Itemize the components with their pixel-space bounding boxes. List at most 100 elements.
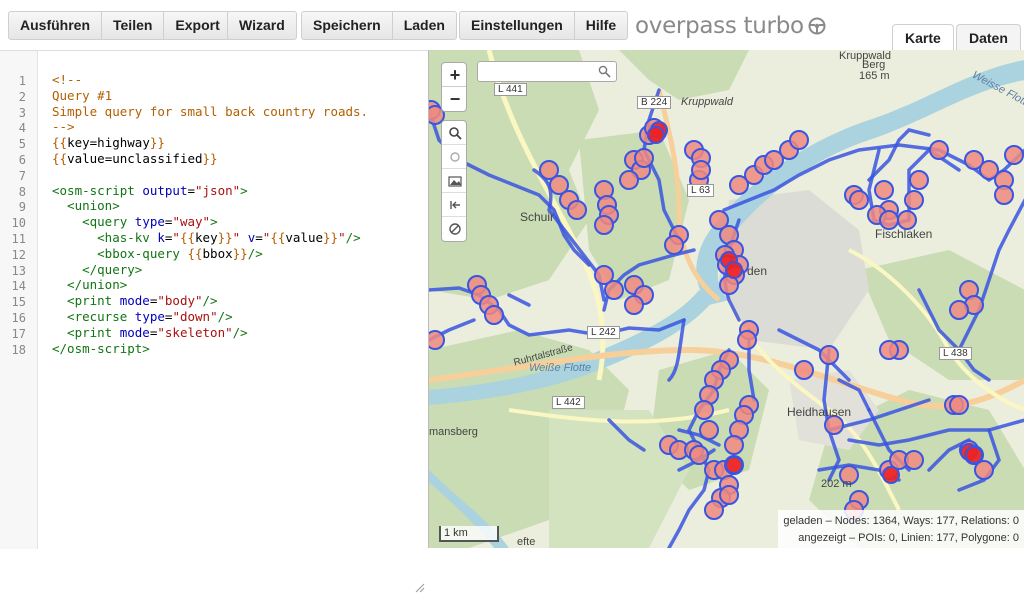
locate-button[interactable] bbox=[442, 145, 466, 169]
map-label-heidhausen: Heidhausen bbox=[787, 405, 852, 419]
node-marker[interactable] bbox=[689, 445, 709, 465]
node-marker[interactable] bbox=[949, 395, 969, 415]
node-marker[interactable] bbox=[1004, 145, 1024, 165]
node-marker-cluster[interactable] bbox=[725, 261, 743, 279]
node-marker[interactable] bbox=[904, 450, 924, 470]
code-line: <!-- bbox=[52, 72, 82, 88]
node-marker[interactable] bbox=[904, 190, 924, 210]
code-token: mode bbox=[119, 324, 150, 340]
node-marker[interactable] bbox=[694, 400, 714, 420]
zoom-to-data-button[interactable] bbox=[442, 121, 466, 145]
node-marker-cluster[interactable] bbox=[965, 446, 983, 464]
code-token: value bbox=[285, 230, 324, 245]
node-marker[interactable] bbox=[849, 190, 869, 210]
code-line: <recurse type="down"/> bbox=[52, 309, 233, 325]
node-marker[interactable] bbox=[691, 160, 711, 180]
zoom-control: + − bbox=[441, 62, 467, 112]
node-marker[interactable] bbox=[484, 305, 504, 325]
overpass-logo-icon bbox=[808, 17, 826, 35]
code-token: <print bbox=[52, 293, 120, 309]
tab-map[interactable]: Karte bbox=[892, 24, 954, 50]
code-token: <print bbox=[52, 324, 120, 340]
node-marker[interactable] bbox=[994, 185, 1014, 205]
map-statistics: geladen – Nodes: 1364, Ways: 177, Relati… bbox=[778, 510, 1024, 548]
share-button[interactable]: Teilen bbox=[102, 12, 165, 39]
node-marker[interactable] bbox=[724, 435, 744, 455]
node-marker[interactable] bbox=[819, 345, 839, 365]
node-marker[interactable] bbox=[604, 280, 624, 300]
save-button[interactable]: Speichern bbox=[302, 12, 393, 39]
tab-data[interactable]: Daten bbox=[956, 24, 1021, 50]
node-marker[interactable] bbox=[594, 215, 614, 235]
code-token: = bbox=[187, 182, 195, 198]
expand-icon bbox=[450, 200, 460, 209]
node-marker[interactable] bbox=[879, 340, 899, 360]
wizard-button[interactable]: Wizard bbox=[228, 12, 296, 39]
map-label-bottom: efte bbox=[517, 536, 536, 548]
node-marker-cluster[interactable] bbox=[725, 456, 743, 474]
code-token: {{ bbox=[52, 135, 68, 151]
code-token: {{ bbox=[179, 230, 196, 245]
node-marker[interactable] bbox=[634, 148, 654, 168]
code-token: value=unclassified bbox=[67, 151, 203, 166]
node-marker[interactable] bbox=[929, 140, 949, 160]
line-number: 4 bbox=[18, 121, 26, 136]
node-marker[interactable] bbox=[619, 170, 639, 190]
node-marker[interactable] bbox=[699, 420, 719, 440]
node-marker[interactable] bbox=[704, 500, 724, 520]
node-marker[interactable] bbox=[874, 180, 894, 200]
code-token: /> bbox=[217, 309, 233, 324]
node-marker[interactable] bbox=[664, 235, 684, 255]
map-tiles bbox=[429, 50, 1024, 548]
node-marker[interactable] bbox=[789, 130, 809, 150]
code-line: Query #1 bbox=[52, 88, 112, 104]
node-marker[interactable] bbox=[429, 330, 445, 350]
map-label-weisse-flotte: Weiße Flotte bbox=[529, 362, 592, 374]
export-button[interactable]: Export bbox=[164, 12, 230, 39]
line-number: 10 bbox=[11, 216, 26, 231]
code-token: {{ bbox=[187, 245, 203, 261]
code-token: <query bbox=[52, 214, 135, 230]
code-token: /> bbox=[345, 230, 361, 245]
node-marker[interactable] bbox=[949, 300, 969, 320]
code-token: output bbox=[142, 182, 188, 198]
map-view[interactable]: L 441 B 224 L 63 L 242 L 438 L 442 Krupp… bbox=[428, 50, 1024, 548]
node-marker[interactable] bbox=[567, 200, 587, 220]
run-button[interactable]: Ausführen bbox=[9, 12, 102, 39]
load-button[interactable]: Laden bbox=[393, 12, 456, 39]
road-sign-l438: L 438 bbox=[939, 347, 972, 360]
line-number: 7 bbox=[18, 168, 26, 183]
node-marker-cluster[interactable] bbox=[647, 126, 665, 144]
code-token: type bbox=[134, 214, 165, 230]
node-marker-cluster[interactable] bbox=[882, 466, 900, 484]
settings-help-group: Einstellungen Hilfe bbox=[459, 11, 629, 40]
line-number: 1 bbox=[18, 74, 26, 88]
code-token: "skeleton" bbox=[157, 324, 233, 340]
code-editor[interactable]: 1 2 3 4 5 6 7 8 9 10 11 12 13 14 15 16 17 18 <!-- Query #1… bbox=[0, 50, 428, 593]
code-token: "json" bbox=[195, 182, 241, 198]
node-marker[interactable] bbox=[794, 360, 814, 380]
fullscreen-button[interactable] bbox=[442, 193, 466, 217]
code-line: <bbox-query {{bbox}}/> bbox=[52, 246, 263, 262]
clear-data-button[interactable] bbox=[442, 217, 466, 241]
code-token: > bbox=[240, 182, 248, 198]
search-icon[interactable] bbox=[598, 65, 611, 78]
resize-grip-icon[interactable] bbox=[415, 583, 425, 593]
code-token: " bbox=[172, 230, 180, 245]
line-number: 18 bbox=[11, 342, 26, 357]
zoom-out-button[interactable]: − bbox=[442, 87, 466, 111]
node-marker[interactable] bbox=[624, 295, 644, 315]
node-marker[interactable] bbox=[974, 460, 994, 480]
node-marker[interactable] bbox=[719, 485, 739, 505]
settings-button[interactable]: Einstellungen bbox=[460, 12, 575, 39]
data-overlay-button[interactable] bbox=[442, 169, 466, 193]
code-token: }} bbox=[202, 151, 218, 166]
map-search-input[interactable] bbox=[477, 61, 617, 82]
no-entry-icon bbox=[449, 223, 461, 235]
code-token: key bbox=[195, 230, 218, 245]
node-marker[interactable] bbox=[909, 170, 929, 190]
help-button[interactable]: Hilfe bbox=[575, 12, 627, 39]
zoom-in-button[interactable]: + bbox=[442, 63, 466, 87]
node-marker[interactable] bbox=[737, 330, 757, 350]
code-token: <bbox-query bbox=[52, 245, 188, 261]
